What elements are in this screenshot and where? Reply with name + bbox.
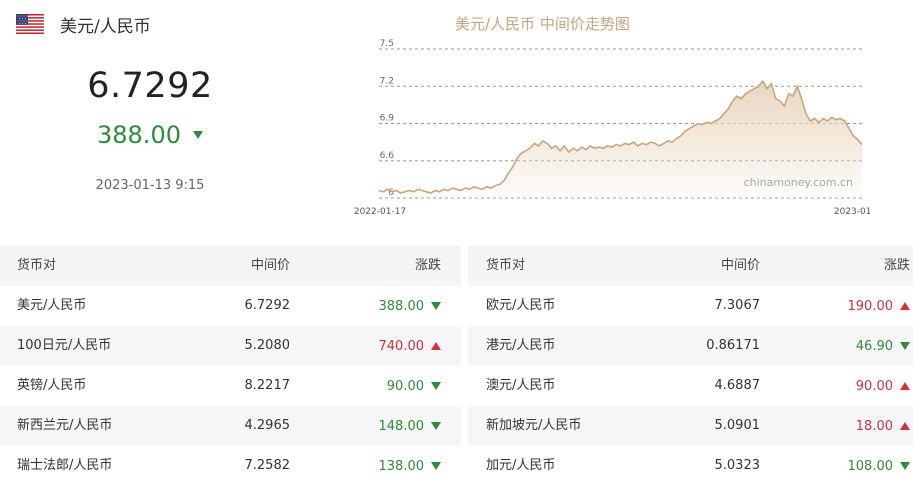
row-change: 90.00	[768, 366, 910, 406]
table-row[interactable]: 港元/人民币 0.86171 46.90	[468, 326, 913, 366]
row-pair: 澳元/人民币	[486, 378, 556, 393]
row-change: 46.90	[768, 326, 910, 366]
y-tick-label: 7.5	[380, 39, 394, 49]
y-tick-label: 6.6	[380, 151, 395, 161]
row-pair: 美元/人民币	[17, 298, 87, 313]
row-pair: 港元/人民币	[486, 338, 556, 353]
row-change: 108.00	[768, 446, 910, 486]
row-mid-rate: 7.3067	[714, 298, 761, 313]
row-mid-rate: 4.2965	[244, 418, 291, 433]
rate-table-right: 货币对 中间价 涨跌欧元/人民币 7.3067 190.00 港元/人民币 0.86171 4…	[468, 246, 913, 486]
table-row[interactable]: 澳元/人民币 4.6887 90.00	[468, 366, 913, 406]
y-tick-label: 7.2	[380, 76, 394, 86]
row-change-value: 46.90	[855, 338, 893, 354]
up-arrow-icon	[431, 342, 441, 350]
row-change-value: 108.00	[847, 458, 894, 474]
row-change-value: 190.00	[847, 298, 894, 314]
rate-change: 388.00	[0, 121, 300, 149]
row-change: 740.00	[300, 326, 441, 366]
down-arrow-icon	[431, 422, 441, 430]
table-row[interactable]: 新西兰元/人民币 4.2965 148.00	[0, 406, 461, 446]
row-pair: 100日元/人民币	[17, 338, 112, 353]
row-mid-rate: 6.7292	[244, 298, 291, 313]
rate-table-left: 货币对 中间价 涨跌美元/人民币 6.7292 388.00 100日元/人民币 5.208…	[0, 246, 461, 486]
trend-chart: 7.57.26.96.66chinamoney.com.cn2022-01-17…	[354, 39, 870, 217]
row-pair: 加元/人民币	[486, 458, 556, 473]
timestamp: 2023-01-13 9:15	[95, 178, 205, 193]
us-flag-icon	[16, 14, 44, 34]
row-pair: 新加坡元/人民币	[486, 418, 582, 433]
chart-watermark: chinamoney.com.cn	[744, 176, 853, 189]
y-tick-label: 6.9	[380, 114, 395, 124]
header-change: 涨跌	[883, 258, 910, 273]
table-header-row: 货币对 中间价 涨跌	[0, 246, 461, 286]
row-mid-rate: 4.6887	[714, 378, 761, 393]
mid-rate-value: 6.7292	[87, 66, 213, 106]
table-row[interactable]: 100日元/人民币 5.2080 740.00	[0, 326, 461, 366]
row-change: 18.00	[768, 406, 910, 446]
row-change: 90.00	[300, 366, 441, 406]
row-mid-rate: 5.2080	[244, 338, 291, 353]
row-change-value: 138.00	[378, 458, 425, 474]
table-row[interactable]: 加元/人民币 5.0323 108.00	[468, 446, 913, 486]
row-pair: 瑞士法郎/人民币	[17, 458, 113, 473]
table-row[interactable]: 英镑/人民币 8.2217 90.00	[0, 366, 461, 406]
header-pair: 货币对	[17, 258, 57, 273]
up-arrow-icon	[900, 302, 910, 310]
header-pair: 货币对	[486, 258, 526, 273]
row-pair: 英镑/人民币	[17, 378, 87, 393]
row-change-value: 90.00	[386, 378, 424, 394]
row-change-value: 90.00	[855, 378, 893, 394]
row-mid-rate: 8.2217	[244, 378, 291, 393]
x-tick-label-start: 2022-01-17	[354, 207, 406, 217]
row-change: 190.00	[768, 286, 910, 326]
row-mid-rate: 0.86171	[706, 338, 760, 353]
row-mid-rate: 7.2582	[244, 458, 291, 473]
row-change-value: 18.00	[855, 418, 893, 434]
header-change: 涨跌	[414, 258, 441, 273]
down-arrow-icon	[900, 342, 910, 350]
row-change: 148.00	[300, 406, 441, 446]
row-pair: 欧元/人民币	[486, 298, 556, 313]
table-row[interactable]: 欧元/人民币 7.3067 190.00	[468, 286, 913, 326]
row-change-value: 148.00	[378, 418, 425, 434]
row-change-value: 740.00	[378, 338, 425, 354]
header-mid: 中间价	[720, 258, 760, 273]
table-row[interactable]: 瑞士法郎/人民币 7.2582 138.00	[0, 446, 461, 486]
header-mid: 中间价	[250, 258, 290, 273]
pair-title: 美元/人民币	[60, 16, 151, 37]
row-change: 138.00	[300, 446, 441, 486]
row-pair: 新西兰元/人民币	[17, 418, 113, 433]
down-arrow-icon	[431, 302, 441, 310]
down-arrow-icon	[900, 462, 910, 470]
row-mid-rate: 5.0323	[714, 458, 761, 473]
x-tick-label-end: 2023-01-13	[834, 207, 870, 217]
table-row[interactable]: 新加坡元/人民币 5.0901 18.00	[468, 406, 913, 446]
down-arrow-icon	[192, 131, 203, 139]
down-arrow-icon	[431, 462, 441, 470]
table-header-row: 货币对 中间价 涨跌	[468, 246, 913, 286]
row-change-value: 388.00	[378, 298, 425, 314]
chart-title: 美元/人民币 中间价走势图	[455, 15, 630, 33]
up-arrow-icon	[900, 382, 910, 390]
table-row[interactable]: 美元/人民币 6.7292 388.00	[0, 286, 461, 326]
rate-change-value: 388.00	[97, 121, 181, 149]
up-arrow-icon	[900, 422, 910, 430]
row-mid-rate: 5.0901	[714, 418, 761, 433]
pair-header: 美元/人民币	[16, 12, 151, 37]
row-change: 388.00	[300, 286, 441, 326]
down-arrow-icon	[431, 382, 441, 390]
